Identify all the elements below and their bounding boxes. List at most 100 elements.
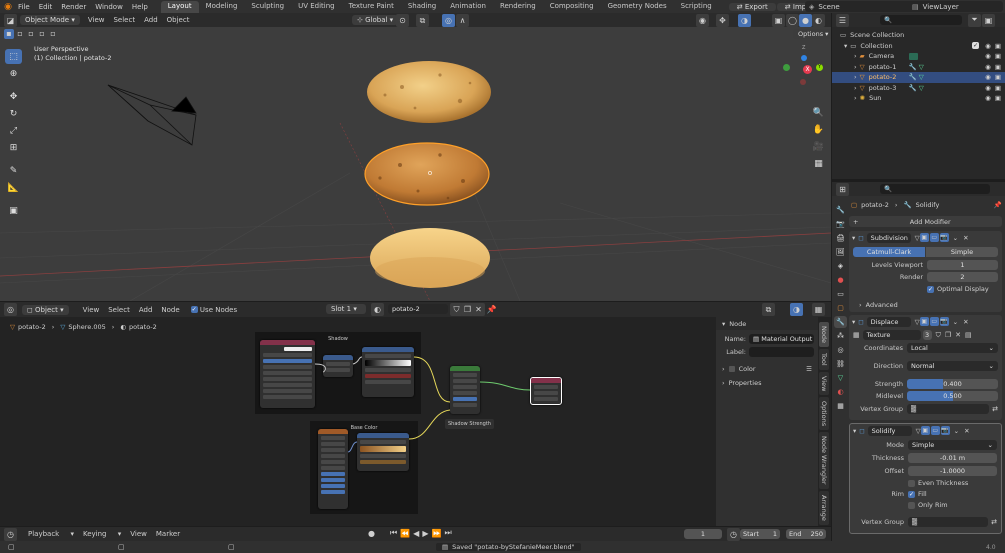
play-reverse-icon[interactable]: ◀ [413, 529, 419, 538]
scene-collection-row[interactable]: ▭ Scene Collection [840, 30, 1001, 41]
potato-2-object[interactable] [364, 142, 490, 206]
subdivision-tab-catmull-clark[interactable]: Catmull-Clark [853, 247, 925, 257]
potato-2-render-icon[interactable]: ▣ [995, 73, 1001, 81]
view-layer-selector[interactable]: ▤ ViewLayer [908, 1, 1003, 12]
optimal-display-toggle[interactable]: ✓ Optimal Display [927, 285, 998, 293]
tab-sculpting[interactable]: Sculpting [244, 1, 291, 13]
use-nodes-toggle[interactable]: ✓ Use Nodes [190, 306, 237, 314]
world-tab-icon[interactable]: ● [834, 274, 847, 286]
particles-tab-icon[interactable]: ⁂ [834, 330, 847, 342]
solidify-mode-dropdown[interactable]: Simple ⌄ [908, 440, 997, 450]
ortho-grid-icon[interactable]: ▦ [810, 156, 827, 171]
select-tool-icon[interactable]: ⬚ [5, 49, 22, 64]
vtab-tool[interactable]: Tool [819, 348, 829, 370]
displace-viewport-icon[interactable]: ▭ [929, 317, 939, 326]
mix-node[interactable] [323, 355, 353, 377]
texture-unlink-icon[interactable]: ✕ [955, 331, 961, 339]
outliner-row-potato-2[interactable]: › ▽ potato-2 🔧 ▽ ◉ ▣ [832, 72, 1005, 83]
render-levels-field[interactable]: 2 [927, 272, 998, 282]
material-browse-icon[interactable]: ◐ [371, 303, 384, 316]
sidebar-toggle-icon[interactable]: ▦ [812, 303, 825, 316]
shader-type-dropdown[interactable]: ◻ Object ▾ [22, 304, 69, 315]
solidify-remove-icon[interactable]: ✕ [964, 427, 969, 435]
advanced-section[interactable]: › Advanced [859, 301, 998, 309]
vtab-view[interactable]: View [819, 371, 829, 396]
annotate-tool-icon[interactable]: ✎ [5, 163, 22, 178]
tool-tab-icon[interactable]: 🔧 [834, 204, 847, 216]
attribute-node[interactable] [260, 340, 315, 408]
texture-duplicate-icon[interactable]: ❐ [945, 331, 951, 339]
subdivision-header[interactable]: ▾ ◻ Subdivision ▽ ▣ ▭ 📷 ⌄ ✕ [849, 231, 1002, 244]
object-tab-icon[interactable]: ▢ [834, 302, 847, 314]
offset-field[interactable]: -1.0000 [908, 466, 997, 476]
node-editor-type-icon[interactable]: ◎ [4, 303, 17, 316]
outliner-row-camera[interactable]: › ▰ Camera ◉ ▣ [840, 51, 1001, 62]
tab-rendering[interactable]: Rendering [493, 1, 543, 13]
node-panel-header[interactable]: ▾ Node [716, 317, 818, 330]
add-modifier-button[interactable]: + Add Modifier [849, 216, 1002, 227]
pan-hand-icon[interactable]: ✋ [810, 122, 827, 137]
color-list-icon[interactable]: ☰ [806, 365, 812, 373]
displace-invert-vertex-group-icon[interactable]: ⇄ [992, 405, 998, 413]
node-menu-add[interactable]: Add [139, 306, 153, 314]
color-section[interactable]: › Color ☰ [716, 365, 818, 373]
solidify-name-field[interactable]: Solidify [867, 425, 912, 436]
thickness-field[interactable]: -0.01 m [908, 453, 997, 463]
solidify-invert-vertex-group-icon[interactable]: ⇄ [991, 518, 997, 526]
only-rim-toggle[interactable]: Only Rim [908, 501, 997, 509]
tab-layout[interactable]: Layout [160, 0, 199, 13]
node-menu-select[interactable]: Select [108, 306, 130, 314]
tab-scripting[interactable]: Scripting [674, 1, 719, 13]
subdivision-render-icon[interactable]: 📷 [939, 233, 949, 242]
properties-editor-icon[interactable]: ⊞ [836, 182, 849, 196]
solidify-oncage-icon[interactable]: ▣ [920, 426, 930, 435]
outliner-row-potato-3[interactable]: › ▽ potato-3 🔧 ▽ ◉ ▣ [840, 83, 1001, 94]
texture-field[interactable]: Texture [862, 330, 921, 340]
end-frame-field[interactable]: End 250 [786, 529, 826, 539]
color-ramp-node-shadow[interactable] [362, 347, 414, 397]
subdivision-remove-icon[interactable]: ✕ [963, 234, 968, 242]
node-menu-node[interactable]: Node [161, 306, 179, 314]
slot-dropdown[interactable]: Slot 1 ▾ [326, 304, 366, 314]
displace-name-field[interactable]: Displace [866, 316, 911, 327]
fill-rim-toggle[interactable]: ✓ Fill [908, 490, 927, 498]
menu-help[interactable]: Help [132, 3, 148, 11]
node-label-field[interactable] [749, 347, 814, 357]
pin-icon[interactable]: 📌 [485, 303, 498, 316]
constraints-tab-icon[interactable]: ⛓ [834, 358, 847, 370]
timeline-editor-icon[interactable]: ◷ [4, 527, 17, 541]
subdivision-editmode-icon[interactable]: ▽ [915, 234, 920, 242]
displace-oncage-icon[interactable]: ▣ [919, 317, 929, 326]
menu-render[interactable]: Render [61, 3, 86, 11]
collection-row[interactable]: ▾ ▭ Collection ✓ ◉ ▣ [840, 41, 1001, 52]
timeline-menu-view[interactable]: View [130, 530, 147, 538]
breadcrumb-mesh[interactable]: Sphere.005 [68, 323, 105, 331]
preview-range-icon[interactable]: ◷ [727, 528, 740, 541]
move-tool-icon[interactable]: ✥ [5, 89, 22, 104]
add-cube-tool-icon[interactable]: ▣ [5, 203, 22, 218]
subdivision-viewport-icon[interactable]: ▭ [929, 233, 939, 242]
displace-vertex-group-field[interactable]: ▒ [907, 404, 990, 414]
texture-properties-icon[interactable]: ▤ [965, 331, 972, 339]
prev-key-icon[interactable]: ⏪ [400, 529, 410, 538]
color-ramp-node-base[interactable] [357, 433, 409, 471]
solidify-vertex-group-field[interactable]: ▒ [908, 517, 989, 527]
camera-render-icon[interactable]: ▣ [995, 52, 1001, 60]
potato-2-eye-icon[interactable]: ◉ [985, 73, 991, 81]
jump-start-icon[interactable]: ⏮ [390, 528, 397, 538]
potato-3-eye-icon[interactable]: ◉ [985, 84, 991, 92]
sun-render-icon[interactable]: ▣ [995, 94, 1001, 102]
breadcrumb-object[interactable]: potato-2 [18, 323, 46, 331]
properties-pin-icon[interactable]: 📌 [994, 201, 1002, 209]
coordinates-dropdown[interactable]: Local ⌄ [907, 343, 998, 353]
breadcrumb-material[interactable]: potato-2 [129, 323, 157, 331]
current-frame-field[interactable]: 1 [684, 529, 722, 539]
displace-header[interactable]: ▾ ◻ Displace ▽ ▣ ▭ 📷 ⌄ ✕ [849, 315, 1002, 328]
scene-tab-icon[interactable]: ◈ [834, 260, 847, 272]
rotate-tool-icon[interactable]: ↻ [5, 106, 22, 121]
texture-users-count[interactable]: 3 [922, 330, 932, 340]
direction-dropdown[interactable]: Normal ⌄ [907, 361, 998, 371]
material-name-field[interactable]: potato-2 [388, 304, 448, 314]
displace-render-icon[interactable]: 📷 [939, 317, 949, 326]
collection-render-camera-icon[interactable]: ▣ [995, 42, 1001, 50]
